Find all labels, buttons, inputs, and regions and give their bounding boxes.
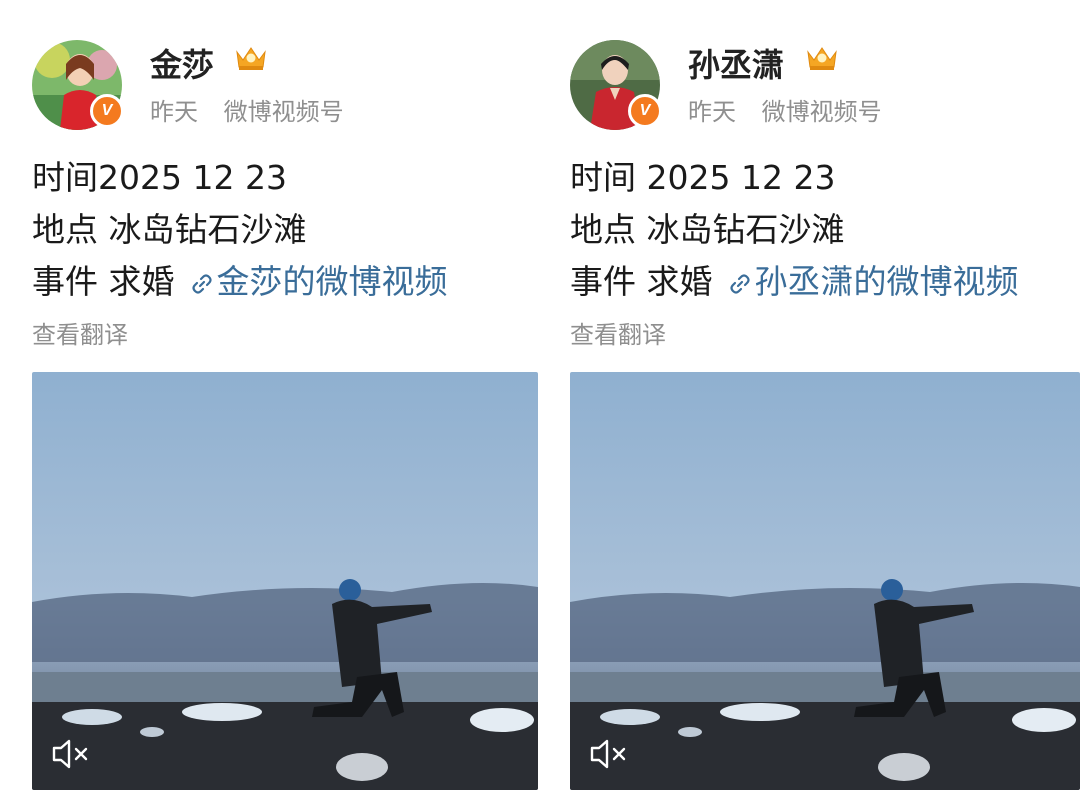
post-time: 昨天 bbox=[688, 98, 736, 126]
verified-badge-icon: V bbox=[628, 94, 662, 128]
post-line-event: 事件 求婚 孙丞潇的微博视频 bbox=[570, 256, 1019, 308]
weibo-post-right: V 孙丞潇 昨天 微博视频号 时间 2025 12 23 地点 冰岛钻石沙滩 事… bbox=[541, 0, 1080, 810]
post-line-event-text: 事件 求婚 bbox=[32, 262, 175, 301]
link-icon bbox=[729, 273, 750, 294]
username[interactable]: 金莎 bbox=[150, 40, 214, 86]
post-body: 时间 2025 12 23 地点 冰岛钻石沙滩 事件 求婚 孙丞潇的微博视频 bbox=[570, 152, 1019, 308]
crown-icon bbox=[236, 47, 266, 70]
translate-link[interactable]: 查看翻译 bbox=[570, 315, 666, 350]
post-line-location: 地点 冰岛钻石沙滩 bbox=[32, 210, 307, 249]
verified-badge-icon: V bbox=[90, 94, 124, 128]
post-source[interactable]: 微博视频号 bbox=[224, 98, 344, 126]
post-line-event: 事件 求婚 金莎的微博视频 bbox=[32, 256, 448, 308]
post-line-time: 时间 2025 12 23 bbox=[570, 158, 836, 197]
video-thumbnail bbox=[32, 372, 538, 790]
mute-icon[interactable] bbox=[50, 736, 90, 772]
post-meta: 昨天 微博视频号 bbox=[150, 92, 362, 127]
translate-link[interactable]: 查看翻译 bbox=[32, 315, 128, 350]
post-time: 昨天 bbox=[150, 98, 198, 126]
avatar[interactable]: V bbox=[32, 40, 124, 130]
video-thumbnail bbox=[570, 372, 1080, 790]
link-icon bbox=[191, 273, 212, 294]
video-link[interactable]: 孙丞潇的微博视频 bbox=[755, 262, 1019, 301]
weibo-post-left: V 金莎 昨天 微博视频号 时间2025 12 23 地点 冰岛钻石沙滩 事件 … bbox=[0, 0, 539, 810]
post-meta: 昨天 微博视频号 bbox=[688, 92, 900, 127]
crown-icon bbox=[807, 47, 837, 70]
post-source[interactable]: 微博视频号 bbox=[762, 98, 882, 126]
post-line-event-text: 事件 求婚 bbox=[570, 262, 713, 301]
video-player[interactable] bbox=[570, 372, 1080, 790]
post-body: 时间2025 12 23 地点 冰岛钻石沙滩 事件 求婚 金莎的微博视频 bbox=[32, 152, 448, 308]
post-line-location: 地点 冰岛钻石沙滩 bbox=[570, 210, 845, 249]
mute-icon[interactable] bbox=[588, 736, 628, 772]
video-link[interactable]: 金莎的微博视频 bbox=[217, 262, 448, 301]
post-line-time: 时间2025 12 23 bbox=[32, 158, 287, 197]
username[interactable]: 孙丞潇 bbox=[688, 40, 784, 86]
avatar[interactable]: V bbox=[570, 40, 662, 130]
video-player[interactable] bbox=[32, 372, 538, 790]
